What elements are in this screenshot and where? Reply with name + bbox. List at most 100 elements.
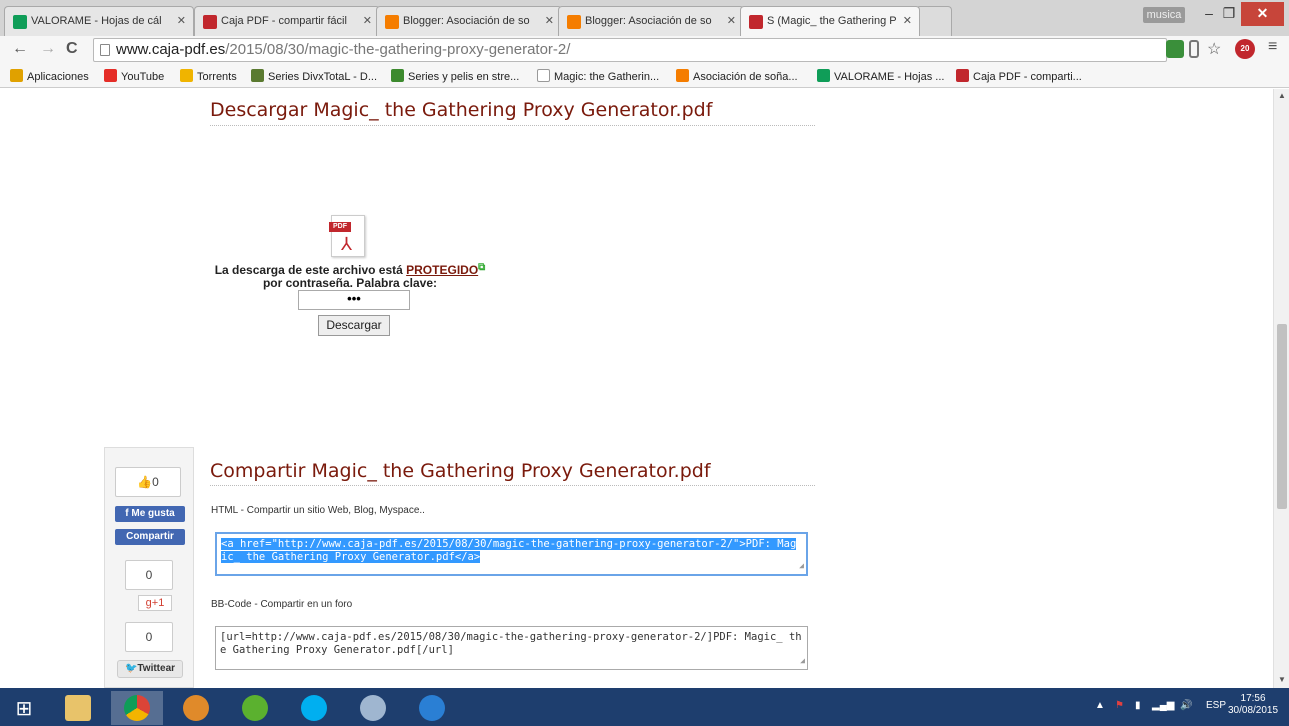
taskbar-chrome[interactable] [111, 691, 163, 725]
hand-icon [183, 695, 209, 721]
sheets-icon [13, 15, 27, 29]
twitter-button[interactable]: 🐦Twittear [117, 660, 183, 678]
adblock-count: 20 [1240, 44, 1250, 53]
network-icon[interactable]: ▮ [1135, 700, 1141, 711]
tab-blogger-2[interactable]: Blogger: Asociación de so ✕ [558, 6, 744, 36]
protected-message: La descarga de este archivo está PROTEGI… [214, 262, 486, 290]
tab-caja-pdf[interactable]: Caja PDF - compartir fácil ✕ [194, 6, 380, 36]
scroll-down-icon[interactable]: ▼ [1278, 675, 1286, 684]
gplus-count: 0 [125, 560, 173, 590]
page-icon [100, 44, 110, 56]
restore-button[interactable]: ❐ [1219, 2, 1239, 26]
share-title: Compartir Magic_ the Gathering Proxy Gen… [210, 460, 711, 482]
folder-icon [180, 69, 193, 82]
gplus-button[interactable]: g+1 [138, 595, 172, 611]
taskbar-skype[interactable] [288, 691, 340, 725]
chrome-icon [124, 695, 150, 721]
forward-icon[interactable]: → [40, 40, 56, 58]
utorrent-icon [242, 695, 268, 721]
skype-icon [301, 695, 327, 721]
bookmark-valorame[interactable]: VALORAME - Hojas ... [817, 69, 944, 83]
bookmarks-bar: Aplicaciones YouTube Torrents Series Div… [0, 64, 1289, 88]
taskbar-explorer[interactable] [52, 691, 104, 725]
bookmark-asociacion[interactable]: Asociación de soña... [676, 69, 798, 83]
tab-strip: VALORAME - Hojas de cál ✕ Caja PDF - com… [0, 0, 1289, 36]
minimize-button[interactable]: – [1199, 2, 1219, 26]
pdf-icon [203, 15, 217, 29]
pdf-icon [749, 15, 763, 29]
address-bar[interactable]: www.caja-pdf.es/2015/08/30/magic-the-gat… [93, 38, 1167, 62]
html-code-textarea[interactable]: <a href="http://www.caja-pdf.es/2015/08/… [215, 532, 808, 576]
tab-valorame[interactable]: VALORAME - Hojas de cál ✕ [4, 6, 194, 36]
password-input[interactable]: ••• [298, 290, 410, 310]
signal-icon[interactable]: ▂▄▆ [1152, 700, 1174, 711]
taskbar-app-wave[interactable] [406, 691, 458, 725]
page-icon [537, 69, 550, 82]
back-icon[interactable]: ← [12, 40, 28, 58]
bbcode-textarea[interactable]: [url=http://www.caja-pdf.es/2015/08/30/m… [215, 626, 808, 670]
pdf-tag: PDF [329, 222, 351, 232]
close-icon[interactable]: ✕ [903, 7, 912, 36]
extension-key-icon[interactable] [1189, 40, 1199, 58]
taskbar-app-gear[interactable] [347, 691, 399, 725]
sheets-icon [817, 69, 830, 82]
wave-app-icon [419, 695, 445, 721]
reload-icon[interactable]: C [66, 40, 78, 58]
bbcode-label: BB-Code - Compartir en un foro [211, 599, 353, 610]
menu-icon[interactable]: ≡ [1268, 38, 1277, 56]
download-button[interactable]: Descargar [318, 315, 390, 336]
protected-link[interactable]: PROTEGIDO [406, 263, 478, 277]
window-close-button[interactable]: ✕ [1241, 2, 1284, 26]
fb-share-button[interactable]: Compartir [115, 529, 185, 545]
bookmark-torrents[interactable]: Torrents [180, 69, 237, 83]
clock-date: 30/08/2015 [1228, 705, 1279, 716]
url-host: www.caja-pdf.es [116, 41, 226, 58]
close-icon[interactable]: ✕ [363, 7, 372, 36]
scroll-up-icon[interactable]: ▲ [1278, 91, 1286, 100]
clock[interactable]: 17:56 30/08/2015 [1228, 693, 1278, 717]
bookmark-youtube[interactable]: YouTube [104, 69, 164, 83]
close-icon[interactable]: ✕ [727, 7, 736, 36]
html-code-text: <a href="http://www.caja-pdf.es/2015/08/… [221, 538, 797, 563]
tab-blogger-1[interactable]: Blogger: Asociación de so ✕ [376, 6, 562, 36]
resize-grip-icon[interactable]: ◢ [800, 654, 805, 667]
new-tab-button[interactable] [916, 6, 952, 36]
extension-shield-icon[interactable] [1166, 40, 1184, 58]
title-divider [210, 125, 815, 126]
resize-grip-icon[interactable]: ◢ [799, 559, 804, 572]
taskbar: ⊞ ▲ ⚑ ▮ ▂▄▆ 🔊 ESP 17:56 30/08/2015 [0, 688, 1289, 726]
volume-icon[interactable]: 🔊 [1180, 700, 1192, 711]
adblock-icon[interactable]: 20 [1235, 39, 1255, 59]
social-share-column: 👍0 f Me gusta Compartir 0 g+1 0 🐦Twittea… [104, 447, 194, 688]
taskbar-app-hand[interactable] [170, 691, 222, 725]
clock-time: 17:56 [1240, 693, 1266, 704]
fb-like-count: 👍0 [115, 467, 181, 497]
bookmark-caja-pdf[interactable]: Caja PDF - comparti... [956, 69, 1082, 83]
close-icon[interactable]: ✕ [177, 7, 186, 36]
close-icon[interactable]: ✕ [545, 7, 554, 36]
blogger-icon [567, 15, 581, 29]
pdf-file-icon[interactable]: PDF ⅄ [329, 215, 365, 257]
vertical-scrollbar[interactable]: ▲ ▼ [1273, 89, 1289, 688]
action-center-icon[interactable]: ⚑ [1115, 700, 1124, 711]
blogger-icon [385, 15, 399, 29]
fb-like-button[interactable]: f Me gusta [115, 506, 185, 522]
blogger-icon [676, 69, 689, 82]
bookmark-apps[interactable]: Aplicaciones [10, 69, 89, 83]
pdf-icon [956, 69, 969, 82]
start-button[interactable]: ⊞ [2, 691, 46, 725]
external-link-icon: ⧉ [478, 262, 486, 273]
language-indicator[interactable]: ESP [1206, 700, 1226, 711]
url-path: /2015/08/30/magic-the-gathering-proxy-ge… [225, 41, 571, 58]
tab-magic-pdf[interactable]: S (Magic_ the Gathering P ✕ [740, 6, 920, 36]
file-explorer-icon [65, 695, 91, 721]
bookmark-series-pelis[interactable]: Series y pelis en stre... [391, 69, 519, 83]
taskbar-utorrent[interactable] [229, 691, 281, 725]
user-badge[interactable]: musica [1143, 7, 1185, 23]
scroll-thumb[interactable] [1277, 324, 1287, 509]
tray-expand-icon[interactable]: ▲ [1095, 700, 1105, 711]
bookmark-divxtotal[interactable]: Series DivxTotaL - D... [251, 69, 377, 83]
bookmark-magic[interactable]: Magic: the Gatherin... [537, 69, 659, 83]
apps-icon [10, 69, 23, 82]
star-icon[interactable]: ☆ [1207, 39, 1221, 59]
